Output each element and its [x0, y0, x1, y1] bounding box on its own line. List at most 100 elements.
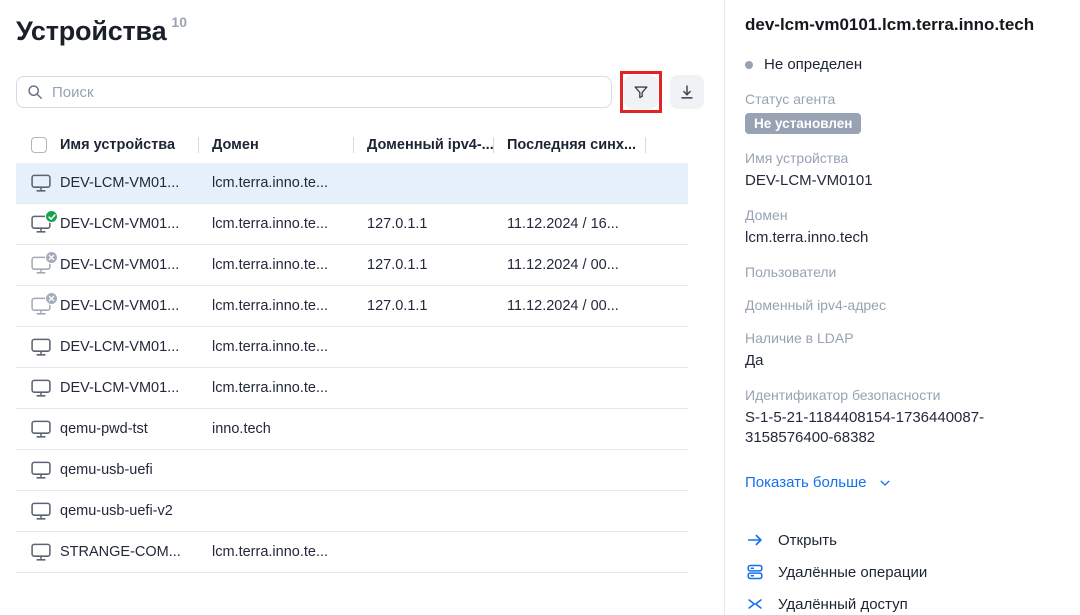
table-row[interactable]: DEV-LCM-VM01... lcm.terra.inno.te... — [16, 368, 688, 409]
monitor-icon — [30, 501, 52, 521]
device-status-badge — [45, 210, 58, 223]
device-icon-cell — [16, 296, 60, 316]
device-sync: 11.12.2024 / 16... — [493, 216, 645, 232]
device-name: DEV-LCM-VM01... — [60, 380, 198, 396]
device-ip: 127.0.1.1 — [353, 298, 493, 314]
field-domain-ip: Доменный ipv4-адрес — [745, 296, 1054, 314]
device-sync: 11.12.2024 / 00... — [493, 257, 645, 273]
monitor-icon — [30, 378, 52, 398]
monitor-icon — [30, 542, 52, 562]
field-sid: Идентификатор безопасности S-1-5-21-1184… — [745, 386, 1054, 448]
devices-table: Имя устройства Домен Доменный ipv4-... П… — [16, 127, 688, 573]
filter-highlight-annotation — [620, 71, 662, 113]
device-icon-cell — [16, 501, 60, 521]
export-button[interactable] — [670, 75, 704, 109]
device-status-badge — [45, 251, 58, 264]
table-row[interactable]: qemu-usb-uefi — [16, 450, 688, 491]
field-value: Да — [745, 351, 1054, 371]
device-domain: lcm.terra.inno.te... — [198, 216, 353, 232]
open-action[interactable]: Открыть — [745, 531, 837, 549]
table-row[interactable]: DEV-LCM-VM01... lcm.terra.inno.te... — [16, 163, 688, 204]
show-more-link[interactable]: Показать больше — [745, 474, 892, 491]
field-device-name: Имя устройства DEV-LCM-VM0101 — [745, 149, 1054, 191]
field-label: Домен — [745, 206, 1054, 224]
field-users: Пользователи — [745, 263, 1054, 281]
device-name: DEV-LCM-VM01... — [60, 216, 198, 232]
download-icon — [678, 83, 696, 101]
chevron-down-icon — [878, 476, 892, 490]
device-status-badge — [45, 292, 58, 305]
device-state: Не определен — [745, 56, 1054, 73]
table-row[interactable]: qemu-pwd-tst inno.tech — [16, 409, 688, 450]
device-ip: 127.0.1.1 — [353, 257, 493, 273]
table-row[interactable]: DEV-LCM-VM01... lcm.terra.inno.te... 127… — [16, 245, 688, 286]
remote-access-icon — [745, 595, 765, 613]
column-header-sync[interactable]: Последняя синх... — [493, 137, 645, 153]
column-header-name[interactable]: Имя устройства — [60, 137, 198, 153]
device-domain: lcm.terra.inno.te... — [198, 380, 353, 396]
field-ldap: Наличие в LDAP Да — [745, 329, 1054, 371]
column-header-ip[interactable]: Доменный ipv4-... — [353, 137, 493, 153]
device-name: qemu-usb-uefi — [60, 462, 198, 478]
monitor-icon — [30, 419, 52, 439]
device-domain: lcm.terra.inno.te... — [198, 298, 353, 314]
search-box[interactable] — [16, 76, 612, 108]
select-all-checkbox[interactable] — [31, 137, 47, 153]
monitor-icon — [30, 255, 52, 275]
action-label: Открыть — [778, 532, 837, 549]
device-icon-cell — [16, 173, 60, 193]
device-icon-cell — [16, 255, 60, 275]
device-domain: lcm.terra.inno.te... — [198, 175, 353, 191]
monitor-icon — [30, 173, 52, 193]
device-icon-cell — [16, 214, 60, 234]
table-row[interactable]: DEV-LCM-VM01... lcm.terra.inno.te... 127… — [16, 286, 688, 327]
device-name: qemu-pwd-tst — [60, 421, 198, 437]
field-value: S-1-5-21-1184408154-1736440087-315857640… — [745, 408, 1054, 448]
remote-access-action[interactable]: Удалённый доступ — [745, 595, 908, 613]
search-icon — [27, 84, 43, 100]
filter-button[interactable] — [624, 75, 658, 109]
remote-operations-icon — [745, 563, 765, 581]
field-label: Пользователи — [745, 263, 1054, 281]
devices-panel: Устройства10 Имя устройств — [0, 0, 724, 615]
header-check-cell — [16, 137, 60, 153]
field-value: lcm.terra.inno.tech — [745, 228, 1054, 248]
table-row[interactable]: DEV-LCM-VM01... lcm.terra.inno.te... — [16, 327, 688, 368]
monitor-icon — [30, 296, 52, 316]
table-body: DEV-LCM-VM01... lcm.terra.inno.te... DEV… — [16, 163, 688, 573]
table-row[interactable]: qemu-usb-uefi-v2 — [16, 491, 688, 532]
funnel-icon — [632, 83, 650, 101]
field-value: DEV-LCM-VM0101 — [745, 171, 1054, 191]
device-name: DEV-LCM-VM01... — [60, 339, 198, 355]
device-domain: lcm.terra.inno.te... — [198, 339, 353, 355]
table-row[interactable]: STRANGE-COM... lcm.terra.inno.te... — [16, 532, 688, 573]
device-icon-cell — [16, 378, 60, 398]
agent-status-label: Статус агента — [745, 91, 1054, 107]
search-input[interactable] — [52, 84, 601, 101]
action-label: Удалённые операции — [778, 564, 927, 581]
device-icon-cell — [16, 337, 60, 357]
device-domain: inno.tech — [198, 421, 353, 437]
device-name: STRANGE-COM... — [60, 544, 198, 560]
device-name: DEV-LCM-VM01... — [60, 298, 198, 314]
table-row[interactable]: DEV-LCM-VM01... lcm.terra.inno.te... 127… — [16, 204, 688, 245]
column-header-domain[interactable]: Домен — [198, 137, 353, 153]
field-label: Идентификатор безопасности — [745, 386, 1054, 404]
state-label: Не определен — [764, 56, 862, 73]
field-label: Доменный ipv4-адрес — [745, 296, 1054, 314]
action-label: Удалённый доступ — [778, 596, 908, 613]
device-name: DEV-LCM-VM01... — [60, 175, 198, 191]
page-title: Устройства — [16, 16, 166, 46]
monitor-icon — [30, 337, 52, 357]
agent-status-badge: Не установлен — [745, 113, 861, 134]
device-name: qemu-usb-uefi-v2 — [60, 503, 198, 519]
device-fqdn-title: dev-lcm-vm0101.lcm.terra.inno.tech — [745, 14, 1054, 35]
page-header: Устройства10 — [16, 14, 708, 47]
remote-operations-action[interactable]: Удалённые операции — [745, 563, 927, 581]
device-domain: lcm.terra.inno.te... — [198, 544, 353, 560]
device-ip: 127.0.1.1 — [353, 216, 493, 232]
device-icon-cell — [16, 419, 60, 439]
show-more-label: Показать больше — [745, 474, 866, 491]
monitor-icon — [30, 214, 52, 234]
field-label: Имя устройства — [745, 149, 1054, 167]
